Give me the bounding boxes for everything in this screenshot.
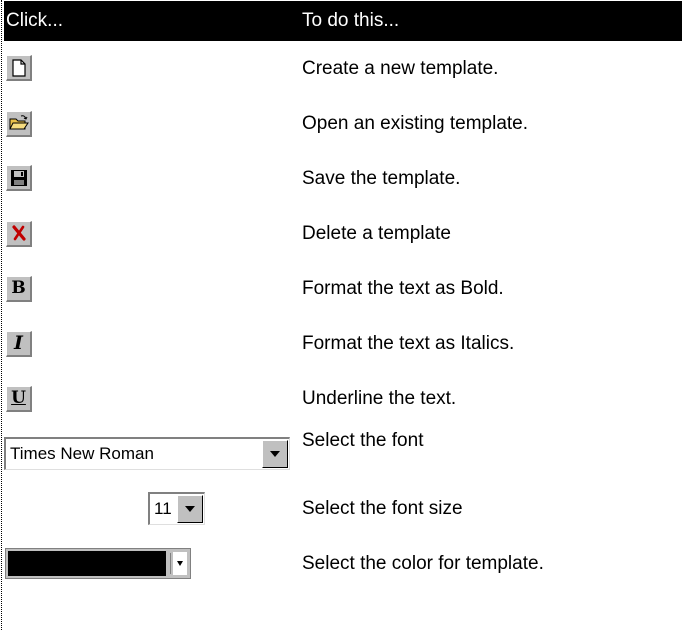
font-select-value: Times New Roman — [10, 444, 154, 463]
control-cell: Times New Roman — [4, 426, 298, 481]
italic-icon: I — [14, 331, 23, 354]
chevron-down-icon — [270, 451, 280, 457]
bold-icon: B — [11, 277, 26, 298]
row-description: Select the color for template. — [302, 552, 544, 574]
color-select[interactable] — [5, 548, 191, 579]
chevron-down-icon — [185, 506, 195, 512]
underline-button[interactable]: U — [6, 385, 32, 412]
font-size-select-value: 11 — [154, 499, 172, 518]
row-description: Save the template. — [302, 167, 461, 189]
color-select-separator — [170, 553, 171, 574]
table-row: Select the color for template. — [4, 536, 682, 591]
icon-cell — [4, 151, 298, 206]
underline-icon: U — [11, 387, 26, 408]
table-row: I Format the text as Italics. — [4, 316, 682, 371]
table-row: B Format the text as Bold. — [4, 261, 682, 316]
save-disk-icon — [10, 169, 28, 187]
icon-cell — [4, 206, 298, 261]
row-description: Format the text as Bold. — [302, 277, 504, 299]
row-description: Format the text as Italics. — [302, 332, 515, 354]
bold-button[interactable]: B — [6, 275, 32, 302]
color-swatch — [8, 551, 166, 576]
table-row: U Underline the text. — [4, 371, 682, 426]
font-size-dropdown-button[interactable] — [177, 495, 203, 523]
table-row: Create a new template. — [4, 41, 682, 96]
color-select-dropdown-button[interactable] — [173, 552, 187, 575]
control-cell — [4, 536, 298, 591]
column-header-action: To do this... — [298, 1, 682, 41]
delete-template-button[interactable] — [6, 220, 32, 247]
icon-cell: U — [4, 371, 298, 426]
table-row: Save the template. — [4, 151, 682, 206]
row-description: Select the font size — [302, 497, 463, 519]
page-left-rule — [1, 0, 2, 630]
table-row: 11 Select the font size — [4, 481, 682, 536]
row-description: Select the font — [302, 430, 424, 451]
row-description: Delete a template — [302, 222, 451, 244]
control-cell: 11 — [4, 481, 298, 536]
save-template-button[interactable] — [6, 165, 32, 192]
page: Click... To do this... Create a new temp… — [0, 0, 685, 630]
icon-cell — [4, 96, 298, 151]
icon-cell: I — [4, 316, 298, 371]
font-select[interactable]: Times New Roman — [4, 437, 290, 470]
row-description: Underline the text. — [302, 387, 457, 409]
open-folder-icon — [8, 115, 29, 131]
icon-cell — [4, 41, 298, 96]
row-description: Open an existing template. — [302, 112, 529, 134]
new-document-icon — [11, 59, 27, 77]
delete-x-icon — [11, 225, 27, 241]
toolbar-reference-table: Click... To do this... Create a new temp… — [4, 1, 682, 591]
table-row: Times New Roman Select the font — [4, 426, 682, 481]
open-template-button[interactable] — [6, 110, 32, 137]
font-size-select[interactable]: 11 — [148, 492, 205, 525]
new-template-button[interactable] — [6, 55, 32, 82]
icon-cell: B — [4, 261, 298, 316]
table-header-row: Click... To do this... — [4, 1, 682, 41]
italic-button[interactable]: I — [6, 330, 32, 357]
column-header-click: Click... — [4, 1, 298, 41]
font-select-dropdown-button[interactable] — [262, 440, 288, 468]
chevron-down-icon — [177, 561, 183, 566]
table-row: Open an existing template. — [4, 96, 682, 151]
row-description: Create a new template. — [302, 57, 499, 79]
table-row: Delete a template — [4, 206, 682, 261]
